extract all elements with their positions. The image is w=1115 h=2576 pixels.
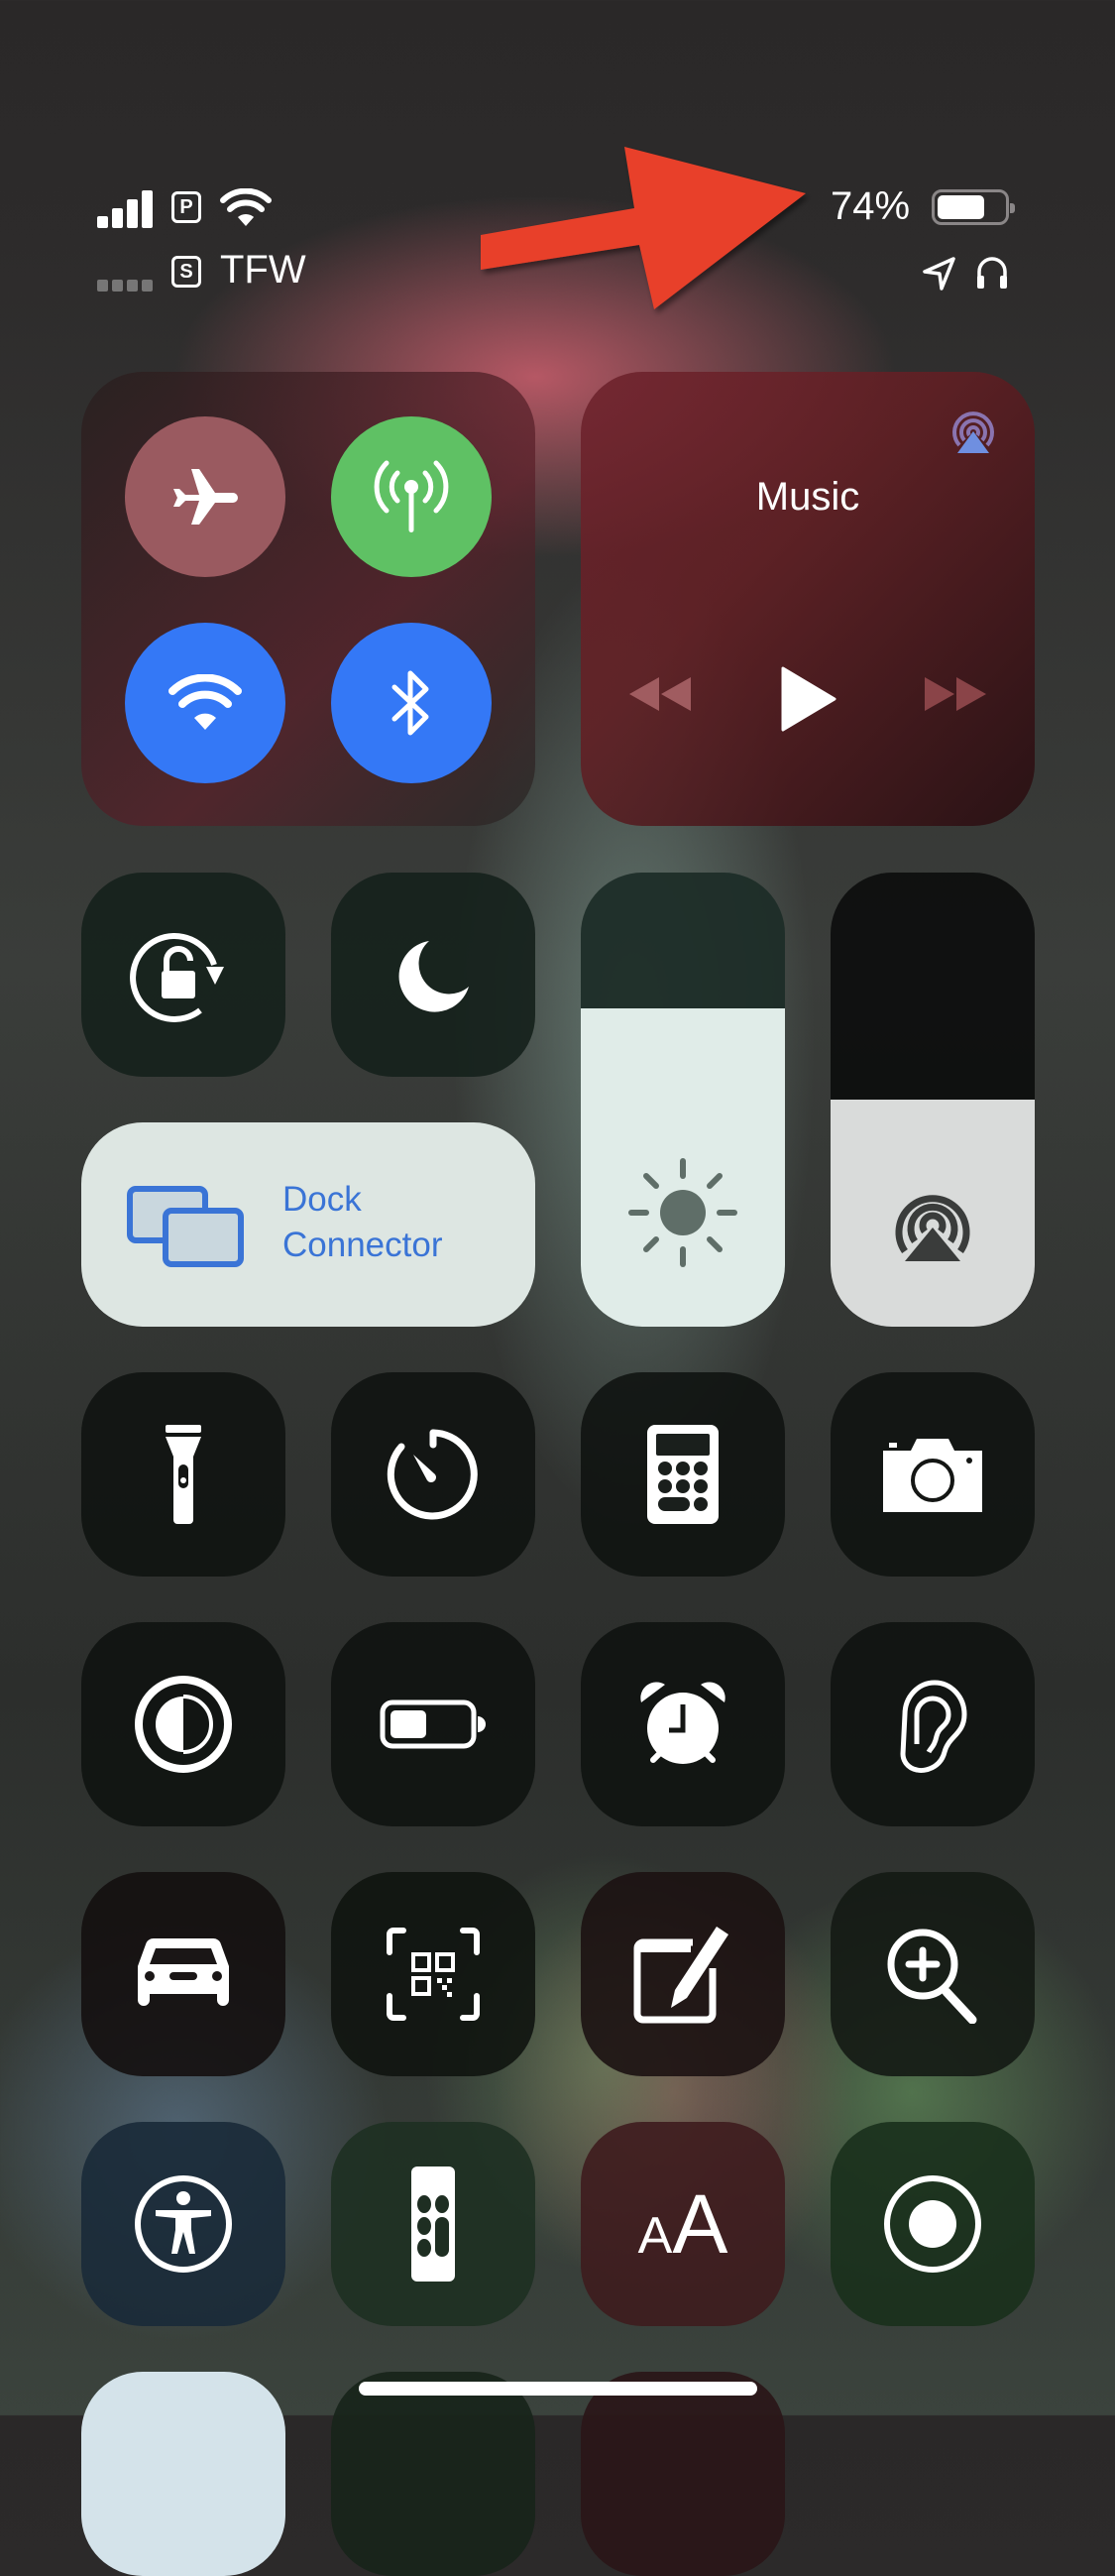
cellular-data-toggle[interactable] (331, 416, 492, 577)
car-icon (138, 1937, 229, 2006)
screen-recording-button[interactable] (831, 2122, 1035, 2326)
code-scanner-button[interactable] (331, 1872, 535, 2076)
accessibility-icon (135, 2175, 232, 2273)
screen-mirroring-line2: Connector (282, 1226, 443, 1264)
alarm-button[interactable] (581, 1622, 785, 1826)
dark-mode-icon (135, 1676, 232, 1773)
home-indicator[interactable] (359, 2382, 757, 2396)
calculator-button[interactable] (581, 1372, 785, 1577)
text-size-button[interactable]: A A (581, 2122, 785, 2326)
battery-percentage: 74% (831, 184, 911, 228)
tv-remote-icon (411, 2166, 455, 2282)
low-power-mode-button[interactable] (331, 1622, 535, 1826)
airplay-audio-icon[interactable] (946, 404, 1001, 459)
dark-mode-button[interactable] (81, 1622, 285, 1826)
location-arrow-icon (923, 257, 955, 291)
cellular-antenna-icon (374, 460, 449, 532)
accessibility-shortcuts-button[interactable] (81, 2122, 285, 2326)
text-size-small-a: A (637, 2207, 673, 2265)
headphones-icon (977, 257, 1007, 289)
wifi-icon (168, 674, 242, 730)
cellular-signal-icon (97, 190, 153, 228)
now-playing-title: Music (755, 475, 860, 519)
do-not-disturb-button[interactable] (331, 873, 535, 1077)
screen-mirroring-button[interactable]: Dock Connector (81, 1122, 535, 1327)
magnifier-button[interactable] (831, 1872, 1035, 2076)
timer-icon (387, 1429, 478, 1520)
primary-line-badge: P (171, 191, 201, 223)
camera-icon (883, 1439, 982, 1512)
airplane-mode-toggle[interactable] (125, 416, 285, 577)
timer-button[interactable] (331, 1372, 535, 1577)
note-pencil-icon (633, 1927, 728, 2024)
partial-control-2[interactable] (331, 2372, 535, 2576)
driving-focus-button[interactable] (81, 1872, 285, 2076)
annotation-arrow (481, 147, 806, 309)
volume-slider[interactable] (831, 873, 1035, 1327)
battery-fill (938, 195, 985, 219)
play-icon (781, 666, 836, 732)
connectivity-module (81, 372, 535, 826)
secondary-signal-icon (97, 280, 153, 292)
bluetooth-toggle[interactable] (331, 623, 492, 783)
notes-button[interactable] (581, 1872, 785, 2076)
fast-forward-icon (925, 677, 986, 711)
wifi-toggle[interactable] (125, 623, 285, 783)
orientation-lock-button[interactable] (81, 873, 285, 1077)
apple-tv-remote-button[interactable] (331, 2122, 535, 2326)
airplay-audio-icon (895, 1195, 970, 1261)
screen-mirroring-line1: Dock (282, 1180, 362, 1219)
secondary-line-badge: S (171, 256, 201, 288)
fast-forward-button[interactable] (916, 669, 995, 719)
screen-mirroring-icon (127, 1186, 244, 1267)
now-playing-module[interactable]: Music (581, 372, 1035, 826)
partial-control-3[interactable] (581, 2372, 785, 2576)
camera-button[interactable] (831, 1372, 1035, 1577)
battery-icon (932, 189, 1015, 225)
flashlight-icon (166, 1425, 201, 1524)
screen-recording-icon (884, 2175, 981, 2273)
orientation-lock-icon (130, 932, 224, 1022)
magnifier-icon (887, 1929, 977, 2024)
secondary-carrier-name: TFW (220, 248, 306, 292)
alarm-clock-icon (640, 1682, 725, 1764)
qr-code-scanner-icon (387, 1928, 480, 2021)
text-size-icon: A A (637, 2177, 728, 2271)
rewind-button[interactable] (620, 669, 700, 719)
calculator-icon (647, 1425, 719, 1524)
airplane-icon (173, 469, 238, 525)
flashlight-button[interactable] (81, 1372, 285, 1577)
low-power-battery-icon (380, 1699, 486, 1749)
play-button[interactable] (768, 659, 847, 739)
wifi-icon (220, 188, 272, 226)
bluetooth-icon (391, 670, 429, 736)
brightness-slider[interactable] (581, 873, 785, 1327)
hearing-button[interactable] (831, 1622, 1035, 1826)
rewind-icon (629, 677, 691, 711)
sun-icon (628, 1158, 737, 1267)
text-size-large-a: A (672, 2177, 728, 2271)
ear-icon (900, 1680, 967, 1773)
partial-control-1[interactable] (81, 2372, 285, 2576)
moon-icon (398, 941, 469, 1012)
